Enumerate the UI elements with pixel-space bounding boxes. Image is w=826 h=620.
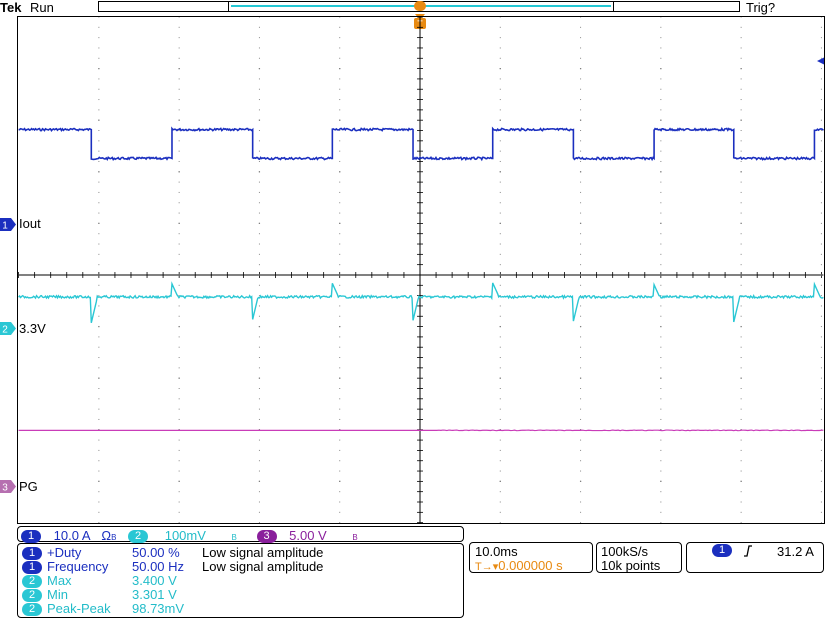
meas-name: Max [47, 573, 72, 588]
svg-text:1: 1 [2, 221, 8, 232]
ch3-bw-icon: B [352, 533, 358, 542]
ch1-bw-icon: B [111, 533, 117, 542]
meas-name: Peak-Peak [47, 601, 111, 616]
ch3-label: PG [19, 479, 38, 494]
meas-value: 50.00 Hz [132, 559, 185, 574]
ch3-scale[interactable]: 5.00 V [289, 528, 327, 543]
ch3-waveform [18, 429, 824, 432]
timebase-panel[interactable]: 10.0ms T→▾0.000000 s [469, 542, 593, 573]
acquisition-status: Run [30, 0, 54, 15]
meas-name: Min [47, 587, 68, 602]
measurement-row[interactable]: 2 Max 3.400 V [22, 573, 177, 589]
meas-value: 3.400 V [132, 573, 177, 588]
graticule [18, 17, 824, 523]
measurement-row[interactable]: 2 Min 3.301 V [22, 587, 177, 603]
ch1-impedance-icon: Ω [101, 528, 112, 543]
trigger-source-badge[interactable]: 1 [712, 544, 732, 557]
meas-value: 3.301 V [132, 587, 177, 602]
ch1-scale[interactable]: 10.0 A [54, 528, 90, 543]
acquisition-panel[interactable]: 100kS/s 10k points [596, 542, 682, 573]
svg-text:3: 3 [2, 483, 8, 494]
ch2-scale[interactable]: 100mV [165, 528, 206, 543]
measurement-row[interactable]: 1 +Duty 50.00 % Low signal amplitude [22, 545, 323, 561]
vertical-scale-bar[interactable]: 1 10.0 A ΩB 2 100mV B 3 5.00 V B [17, 526, 464, 544]
record-length: 10k points [601, 558, 661, 573]
waveform-display[interactable] [17, 16, 825, 524]
ch1-label: Iout [19, 216, 41, 231]
measurement-row[interactable]: 1 Frequency 50.00 Hz Low signal amplitud… [22, 559, 323, 575]
ch3-ground-marker[interactable]: 3 [0, 480, 16, 493]
ch1-badge[interactable]: 1 [21, 530, 41, 544]
brand-logo: Tek [0, 0, 22, 15]
svg-text:2: 2 [2, 325, 8, 336]
horizontal-position[interactable]: 0.000000 s [498, 558, 562, 573]
meas-note: Low signal amplitude [202, 545, 324, 560]
meas-name: Frequency [47, 559, 109, 574]
ch1-ground-marker[interactable]: 1 [0, 218, 16, 231]
trigger-panel[interactable]: 1 31.2 A [686, 542, 824, 573]
ch2-ground-marker[interactable]: 2 [0, 322, 16, 335]
meas-value: 98.73mV [132, 601, 185, 616]
meas-name: +Duty [47, 545, 82, 560]
measurement-row[interactable]: 2 Peak-Peak 98.73mV [22, 601, 184, 617]
sample-rate: 100kS/s [601, 544, 648, 559]
measurements-panel[interactable]: 1 +Duty 50.00 % Low signal amplitude 1 F… [17, 543, 464, 618]
ch2-badge[interactable]: 2 [128, 530, 149, 544]
ch2-label: 3.3V [19, 321, 46, 336]
rising-edge-icon [744, 545, 752, 557]
meas-channel-badge: 2 [22, 603, 42, 617]
horizontal-position-icon: T→▾ [475, 561, 499, 573]
ch2-waveform [18, 281, 824, 323]
meas-value: 50.00 % [132, 545, 180, 560]
trigger-level[interactable]: 31.2 A [777, 544, 814, 559]
meas-note: Low signal amplitude [202, 559, 324, 574]
timebase-scale[interactable]: 10.0ms [475, 544, 518, 559]
ch1-waveform [18, 126, 824, 162]
ch3-badge[interactable]: 3 [256, 530, 277, 544]
trigger-status: Trig? [746, 0, 776, 15]
ch2-bw-icon: B [231, 533, 237, 542]
